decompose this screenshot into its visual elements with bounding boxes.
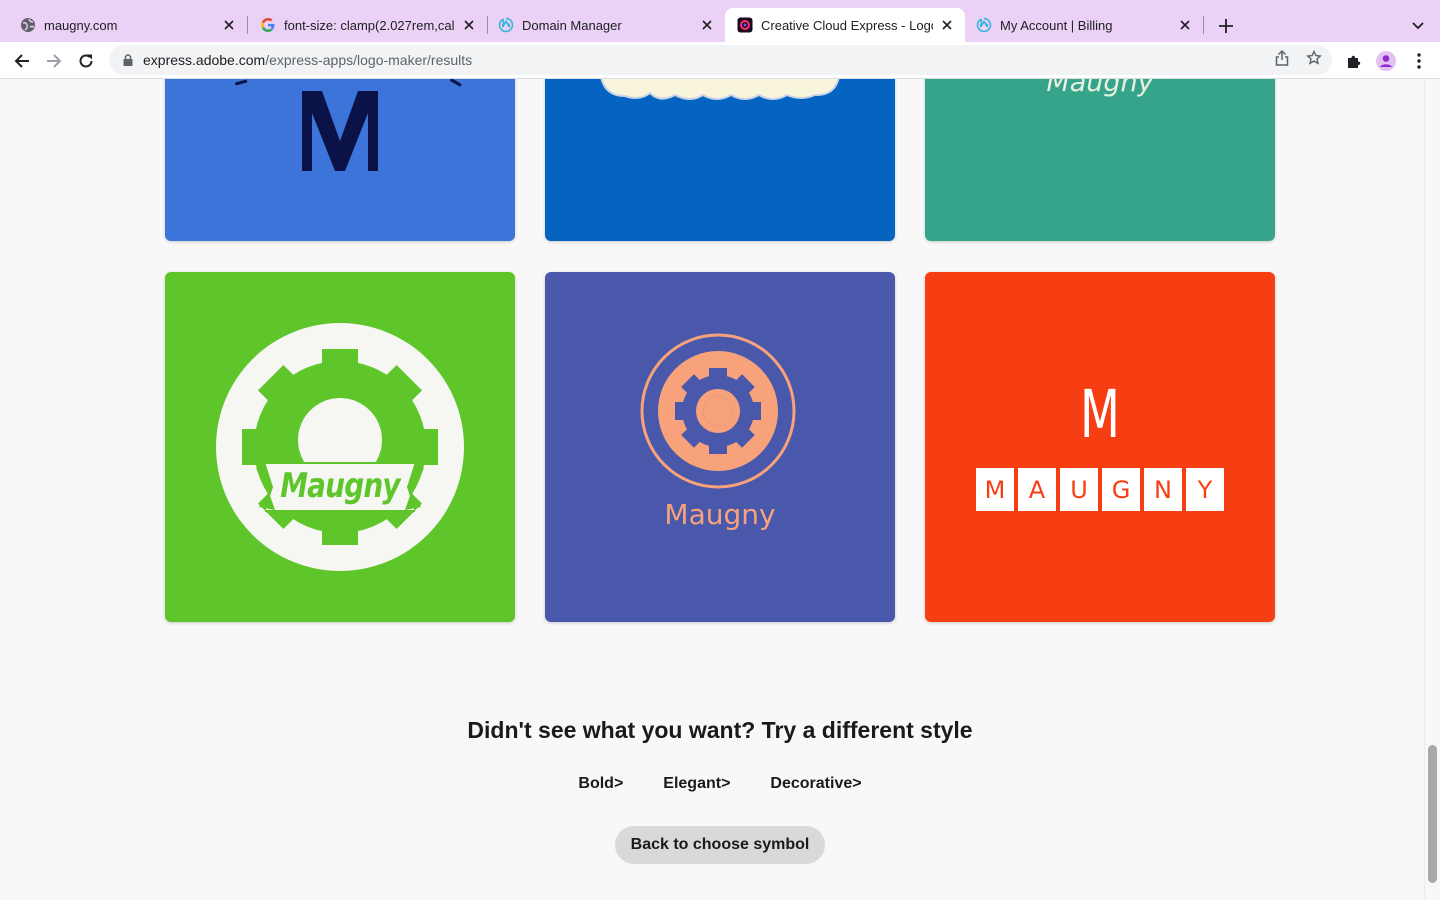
globe-icon (20, 17, 36, 33)
extensions-puzzle-icon[interactable] (1343, 50, 1365, 72)
logo-card-5[interactable]: Maugny (545, 272, 895, 622)
tab-title: maugny.com (44, 17, 118, 33)
tab-my-account-billing[interactable]: My Account | Billing (956, 8, 1203, 42)
letter-box: G (1102, 468, 1140, 511)
letter-box: U (1060, 468, 1098, 511)
logo-card-6[interactable]: M M A U G N Y (925, 272, 1275, 622)
new-tab-plus-icon[interactable] (1213, 13, 1239, 39)
address-bar[interactable]: express.adobe.com/express-apps/logo-make… (109, 45, 1332, 75)
logo-5-wordmark: Maugny (664, 498, 776, 531)
logo-4-graphic (216, 323, 464, 571)
tab-creative-cloud-express[interactable]: Creative Cloud Express - Logo (725, 8, 965, 42)
logo-card-2[interactable] (545, 79, 895, 241)
tab-title: Domain Manager (522, 17, 622, 33)
style-link-decorative[interactable]: Decorative> (770, 775, 861, 793)
tab-title: font-size: clamp(2.027rem,calc (284, 17, 455, 33)
logo-card-4[interactable]: Maugny (165, 272, 515, 622)
share-icon[interactable] (1272, 48, 1292, 68)
tab-title: My Account | Billing (1000, 17, 1113, 33)
style-links: Bold> Elegant> Decorative> (0, 775, 1440, 793)
webflow-icon (498, 17, 514, 33)
url-path: /express-apps/logo-maker/results (265, 52, 473, 68)
logo-6-letter-boxes: M A U G N Y (976, 468, 1224, 511)
webflow-icon (976, 17, 992, 33)
style-link-elegant[interactable]: Elegant> (663, 775, 730, 793)
letter-box: N (1144, 468, 1182, 511)
url-text: express.adobe.com/express-apps/logo-make… (143, 52, 472, 68)
url-host: express.adobe.com (143, 52, 266, 68)
adobe-express-icon (737, 17, 753, 33)
logo-3-wordmark: Maugny (1046, 79, 1154, 98)
logo-card-3[interactable]: Maugny (925, 79, 1275, 241)
close-tab-icon[interactable] (461, 17, 477, 33)
back-arrow-icon[interactable] (8, 47, 36, 75)
tab-font-size[interactable]: font-size: clamp(2.027rem,calc (240, 8, 487, 42)
bookmark-star-icon[interactable] (1304, 48, 1324, 68)
lock-icon[interactable] (121, 53, 135, 67)
profile-avatar-icon[interactable] (1375, 50, 1397, 72)
letter-box: Y (1186, 468, 1224, 511)
google-icon (260, 17, 276, 33)
tab-separator (1203, 16, 1204, 34)
reload-icon[interactable] (72, 47, 100, 75)
tab-search-chevron-down-icon[interactable] (1405, 13, 1431, 39)
logo-4-wordmark: Maugny (280, 466, 400, 506)
close-tab-icon[interactable] (939, 17, 955, 33)
close-tab-icon[interactable] (221, 17, 237, 33)
close-tab-icon[interactable] (699, 17, 715, 33)
scrollbar-thumb[interactable] (1428, 745, 1437, 883)
tab-strip: maugny.com font-size: clamp(2.027rem,cal… (0, 0, 1440, 42)
forward-arrow-icon[interactable] (40, 47, 68, 75)
page-scrollbar[interactable] (1424, 79, 1440, 900)
page-content: Maugny Maugny Maugny M M A U G N Y Didn'… (0, 79, 1440, 900)
logo-5-graphic (640, 333, 796, 489)
style-link-bold[interactable]: Bold> (578, 775, 623, 793)
tab-domain-manager[interactable]: Domain Manager (478, 8, 725, 42)
tab-title: Creative Cloud Express - Logo (761, 17, 933, 33)
kebab-menu-icon[interactable] (1408, 50, 1430, 72)
close-tab-icon[interactable] (1177, 17, 1193, 33)
browser-toolbar: express.adobe.com/express-apps/logo-make… (0, 42, 1440, 79)
try-different-style-heading: Didn't see what you want? Try a differen… (467, 717, 973, 743)
letter-box: A (1018, 468, 1056, 511)
logo-card-1[interactable] (165, 79, 515, 241)
letter-box: M (976, 468, 1014, 511)
logo-6-monogram: M (1080, 376, 1120, 453)
tab-maugny[interactable]: maugny.com (0, 8, 247, 42)
back-to-choose-symbol-button[interactable]: Back to choose symbol (615, 826, 825, 864)
